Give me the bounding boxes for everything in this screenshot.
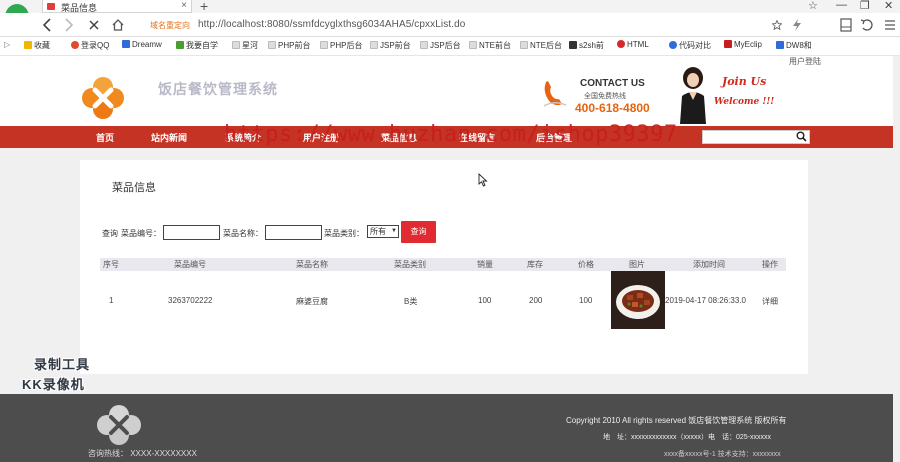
reader-mode-icon[interactable]	[840, 18, 852, 32]
address-bar: 域名重定向 http://localhost:8080/ssmfdcyglxth…	[0, 13, 900, 37]
bookmark-item[interactable]: 登录QQ	[71, 40, 109, 51]
page-scrollbar[interactable]	[893, 56, 900, 462]
mouse-cursor-icon	[478, 173, 488, 187]
close-window-button[interactable]: ✕	[884, 0, 893, 12]
dish-code-input[interactable]	[163, 225, 220, 240]
back-arrow-icon[interactable]	[42, 18, 52, 32]
undo-icon[interactable]	[860, 18, 874, 32]
column-header: 销量	[477, 260, 493, 269]
tab-bar: 菜品信息 × + ☆ — ❐ ✕	[0, 0, 900, 14]
minimize-button[interactable]: —	[836, 0, 847, 11]
cell-category: B类	[404, 297, 418, 306]
browser-tab[interactable]: 菜品信息 ×	[42, 0, 192, 13]
chevron-down-icon: ▼	[391, 228, 397, 234]
nav-item-news[interactable]: 站内新闻	[151, 131, 187, 144]
search-form: 查询 菜品编号： 菜品名称： 菜品类别： 所有 ▼ 查询	[102, 221, 462, 243]
tab-favicon-icon	[47, 3, 55, 10]
bookmark-item[interactable]: JSP前台	[370, 40, 411, 51]
search-icon[interactable]	[796, 131, 807, 142]
search-prefix-label: 查询	[102, 229, 118, 238]
cell-code: 3263702222	[168, 296, 213, 305]
bookmarks-bar: ▷ 收藏 登录QQ Dreamw 我要自学 星河 PHP前台 PHP后台 JSP…	[0, 37, 900, 56]
dish-code-label: 菜品编号：	[121, 229, 161, 238]
cell-name: 麻婆豆腐	[296, 297, 328, 306]
bookmark-item[interactable]: 我要自学	[176, 40, 218, 51]
cell-stock: 200	[529, 296, 543, 305]
cell-index: 1	[109, 296, 114, 305]
menu-icon[interactable]	[884, 18, 896, 32]
footer-icp: xxxx备xxxxx号-1 技术支持：xxxxxxxx	[664, 451, 781, 458]
column-header: 库存	[527, 260, 543, 269]
column-header: 图片	[629, 260, 645, 269]
cell-price: 100	[579, 296, 593, 305]
footer-logo-icon	[97, 405, 141, 445]
footer-hotline: 咨询热线： XXXX-XXXXXXXX	[88, 449, 197, 458]
dish-category-label: 菜品类别：	[324, 229, 364, 238]
column-header: 序号	[103, 260, 119, 269]
welcome-text: Welcome !!!	[714, 97, 775, 107]
contact-subtitle: 全国免费热线	[584, 93, 626, 100]
detail-link[interactable]: 详细	[762, 296, 778, 307]
bookmark-item[interactable]: 星河	[232, 40, 258, 51]
dish-name-label: 菜品名称：	[223, 229, 263, 238]
tab-close-icon[interactable]: ×	[181, 0, 187, 11]
contact-title: CONTACT US	[580, 78, 645, 89]
bookmark-item[interactable]: s2sh前	[569, 40, 604, 51]
bookmark-item[interactable]: DW8和	[776, 40, 812, 51]
login-link[interactable]: 用户登陆	[789, 56, 821, 67]
column-header: 添加时间	[693, 260, 725, 269]
home-icon[interactable]	[111, 18, 125, 31]
table-header: 序号 菜品编号 菜品名称 菜品类别 销量 库存 价格 图片 添加时间 操作	[100, 258, 786, 271]
favorite-star-icon[interactable]: ☆	[808, 0, 818, 12]
nav-item-home[interactable]: 首页	[96, 131, 114, 144]
bookmark-item[interactable]: Dreamw	[122, 40, 162, 49]
site-footer: 咨询热线： XXXX-XXXXXXXX Copyright 2010 All r…	[0, 394, 900, 462]
bookmark-star-icon[interactable]	[772, 20, 782, 30]
join-us-text: Join Us	[722, 75, 767, 88]
url-text[interactable]: http://localhost:8080/ssmfdcyglxthsg6034…	[198, 19, 465, 30]
column-header: 菜品编号	[174, 260, 206, 269]
column-header: 菜品名称	[296, 260, 328, 269]
bookmarks-collapse-icon[interactable]: ▷	[4, 40, 10, 49]
bookmark-item[interactable]: JSP后台	[420, 40, 461, 51]
dish-category-select[interactable]: 所有 ▼	[367, 225, 399, 238]
bookmark-item[interactable]: NTE前台	[469, 40, 511, 51]
bookmark-item[interactable]: HTML	[617, 40, 649, 49]
bookmark-item[interactable]: PHP前台	[268, 40, 310, 51]
site-name: 饭店餐饮管理系统	[158, 82, 278, 98]
greeting-lady-image	[680, 67, 706, 124]
maximize-button[interactable]: ❐	[860, 0, 870, 12]
nav-search-input[interactable]	[702, 130, 810, 144]
page-title: 菜品信息	[112, 182, 156, 194]
bookmark-item[interactable]: 代码对比	[669, 40, 711, 51]
site-watermark: https://www.huzhan.com/ishop39397	[224, 122, 678, 147]
forward-arrow-icon[interactable]	[64, 18, 74, 32]
url-field[interactable]: 域名重定向 http://localhost:8080/ssmfdcyglxth…	[140, 16, 820, 34]
cell-added-time: 2019-04-17 08:26:33.0	[665, 296, 746, 305]
cell-sales: 100	[478, 296, 492, 305]
column-header: 价格	[578, 260, 594, 269]
dish-category-value: 所有	[370, 227, 386, 236]
bookmark-item[interactable]: NTE后台	[520, 40, 562, 51]
footer-address: 地 址：xxxxxxxxxxxxx（xxxxx）电 话：025-xxxxxx	[603, 434, 772, 441]
bookmark-item[interactable]: MyEclip	[724, 40, 762, 49]
dish-photo	[611, 271, 665, 329]
recorder-watermark: KK录像机	[22, 377, 85, 392]
site-header: 用户登陆 饭店餐饮管理系统 CONTACT US 全国免费热线 400-618-…	[0, 56, 900, 126]
phone-icon	[543, 81, 567, 107]
column-header: 菜品类别	[394, 260, 426, 269]
bookmark-item[interactable]: PHP后台	[320, 40, 362, 51]
new-tab-button[interactable]: +	[200, 0, 208, 14]
contact-number: 400-618-4800	[575, 101, 650, 115]
recorder-watermark: 录制工具	[34, 357, 91, 372]
column-header: 操作	[762, 260, 778, 269]
bookmark-item[interactable]: 收藏	[24, 40, 50, 51]
redirect-badge: 域名重定向	[150, 21, 190, 30]
stop-loading-icon[interactable]	[88, 19, 100, 31]
lightning-icon[interactable]	[792, 19, 802, 31]
footer-copyright: Copyright 2010 All rights reserved 饭店餐饮管…	[566, 416, 787, 425]
query-button[interactable]: 查询	[401, 221, 436, 243]
site-logo-icon	[82, 77, 124, 119]
dish-name-input[interactable]	[265, 225, 322, 240]
